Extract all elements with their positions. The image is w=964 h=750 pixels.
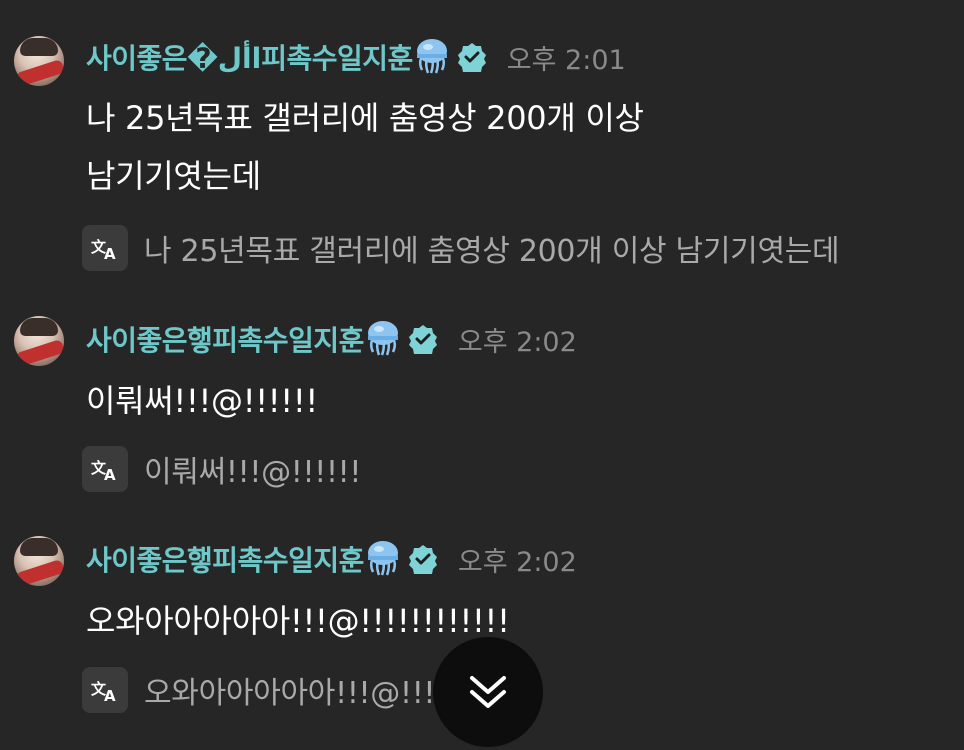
translation-row: 文 A 나 25년목표 갤러리에 춤영상 200개 이상 남기기엿는데 xyxy=(82,225,840,271)
svg-text:A: A xyxy=(104,466,116,482)
verified-badge-icon xyxy=(457,43,486,72)
message-header: 사이좋은햏피촉수일지훈 오후 2:02 xyxy=(86,538,577,580)
message-text: 이뤄써!!!@!!!!!! xyxy=(86,380,318,422)
scroll-to-bottom-button[interactable] xyxy=(433,637,543,747)
translate-icon[interactable]: 文 A xyxy=(82,225,128,271)
message-line: 남기기엿는데 xyxy=(86,157,261,195)
verified-badge-icon xyxy=(408,545,437,574)
svg-text:A: A xyxy=(104,687,116,703)
svg-text:A: A xyxy=(104,245,116,261)
message-text: 나 25년목표 갤러리에 춤영상 200개 이상 남기기엿는데 xyxy=(86,97,644,197)
avatar[interactable] xyxy=(14,316,64,366)
message-line: 이뤄써!!!@!!!!!! xyxy=(86,382,318,420)
jellyfish-icon xyxy=(367,321,398,356)
translation-text: 이뤄써!!!@!!!!!! xyxy=(144,455,362,490)
timestamp: 오후 2:02 xyxy=(457,546,577,578)
message-text: 오와아아아아아!!!@!!!!!!!!!!!! xyxy=(86,600,510,642)
verified-badge-icon xyxy=(408,325,437,354)
avatar[interactable] xyxy=(14,36,64,86)
translation-row: 文 A 이뤄써!!!@!!!!!! xyxy=(82,446,361,492)
translation-text: 나 25년목표 갤러리에 춤영상 200개 이상 남기기엿는데 xyxy=(144,234,840,269)
chat-view: 사이좋은�األ피촉수일지훈 오후 2:01 나 25년목표 갤러리에 춤영상 … xyxy=(0,0,964,750)
translate-icon[interactable]: 文 A xyxy=(82,446,128,492)
username[interactable]: 사이좋은�األ피촉수일지훈 xyxy=(86,37,413,77)
message-header: 사이좋은�األ피촉수일지훈 오후 2:01 xyxy=(86,36,626,78)
avatar[interactable] xyxy=(14,536,64,586)
message-line: 오와아아아아아!!!@!!!!!!!!!!!! xyxy=(86,602,510,640)
double-chevron-down-icon xyxy=(470,676,506,708)
translate-icon[interactable]: 文 A xyxy=(82,667,128,713)
message-line: 나 25년목표 갤러리에 춤영상 200개 이상 xyxy=(86,99,644,137)
timestamp: 오후 2:02 xyxy=(457,326,577,358)
timestamp: 오후 2:01 xyxy=(506,44,626,76)
jellyfish-icon xyxy=(416,39,447,74)
username[interactable]: 사이좋은햏피촉수일지훈 xyxy=(86,539,364,579)
username[interactable]: 사이좋은햏피촉수일지훈 xyxy=(86,319,364,359)
jellyfish-icon xyxy=(367,541,398,576)
message-header: 사이좋은햏피촉수일지훈 오후 2:02 xyxy=(86,318,577,360)
